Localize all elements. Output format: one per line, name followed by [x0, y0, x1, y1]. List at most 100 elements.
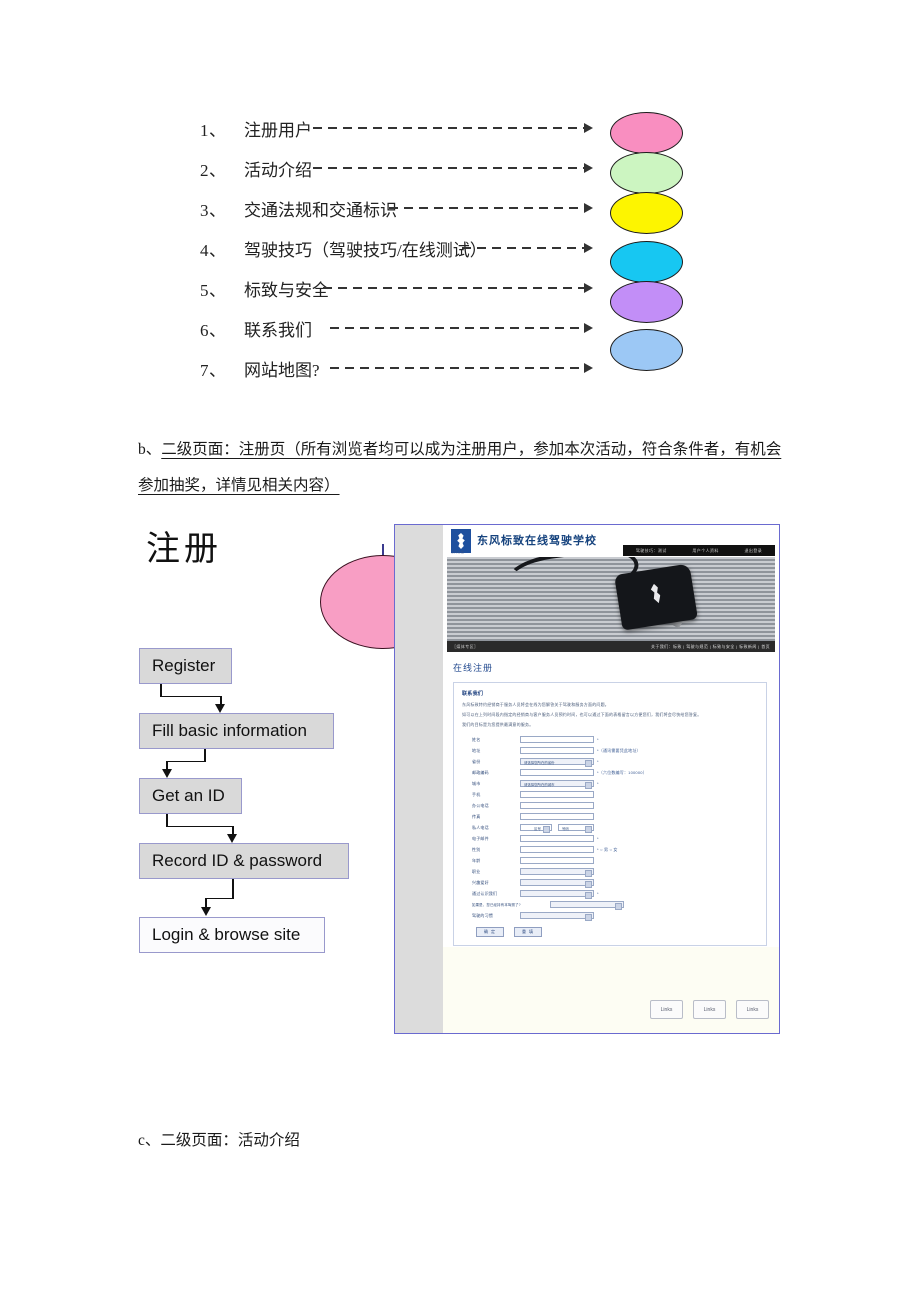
mock-select[interactable] [520, 912, 594, 921]
mock-brand-title: 东风标致在线驾驶学校 [477, 535, 597, 547]
mock-field-note: *（六位数编写：100000） [597, 769, 647, 775]
mock-form-row: 传真 [462, 812, 758, 821]
menu-item-number: 2、 [200, 160, 227, 180]
mock-select[interactable] [520, 868, 594, 877]
menu-ellipse [610, 192, 683, 234]
menu-ellipse [610, 241, 683, 283]
mock-phone-number-input[interactable]: 号码 [558, 824, 594, 833]
mock-text-input[interactable] [520, 846, 594, 853]
mock-form-row: 职业 [462, 867, 758, 877]
menu-item-number: 1、 [200, 120, 227, 140]
mock-select[interactable] [550, 901, 624, 910]
menu-item-label: 交通法规和交通标识 [244, 200, 397, 220]
flow-box: Fill basic information [139, 713, 334, 749]
menu-item-number: 7、 [200, 360, 227, 380]
mock-nav-left[interactable]: ［媒体专区］ [452, 644, 478, 650]
mock-links-button[interactable]: Links [650, 1000, 683, 1019]
mock-text-input[interactable] [520, 802, 594, 809]
mock-select[interactable] [520, 879, 594, 888]
connector-4 [200, 879, 295, 917]
paragraph-b-text: 二级页面：注册页（所有浏览者均可以成为注册用户，参加本次活动，符合条件者，有机会… [138, 441, 782, 494]
mock-submit-button[interactable]: 确 定 [476, 927, 504, 937]
mock-text-input[interactable] [520, 835, 594, 842]
connector-3 [166, 814, 256, 843]
mock-field-note: * [597, 891, 599, 896]
mock-top-links[interactable]: 驾驶技巧：测试 用户个人资料 退出登录 [623, 545, 775, 556]
mock-bottom-area: Links Links Links [443, 947, 779, 1033]
mock-form-row: 办公电话 [462, 801, 758, 810]
mock-text-input[interactable] [520, 857, 594, 864]
mock-page-title: 在线注册 [453, 663, 494, 673]
menu-item-number: 3、 [200, 200, 227, 220]
mock-area-code-input[interactable]: 区号 [520, 824, 552, 833]
mock-form-row: 通过认识我们 * [462, 889, 758, 899]
mock-text-input[interactable] [520, 736, 594, 743]
mock-field-label: 手机 [472, 791, 481, 797]
mock-links-button[interactable]: Links [736, 1000, 769, 1019]
mock-field-label: 驾驶的习惯 [472, 912, 493, 918]
mock-form-row: 邮政编码 *（六位数编写：100000） [462, 768, 758, 777]
mock-field-label: 城市 [472, 780, 481, 786]
mock-field-label: 传真 [472, 813, 481, 819]
mock-field-label: 通过认识我们 [472, 890, 498, 896]
mock-nav-right[interactable]: 关于我们：标致 | 驾驶与规范 | 标致与安全 | 标致新闻 | 首页 [651, 644, 770, 650]
menu-ellipse [610, 281, 683, 323]
mock-field-note: *（通讯需要凭此地址） [597, 747, 641, 753]
mock-select[interactable] [520, 890, 594, 899]
mock-form-row: 年龄 [462, 856, 758, 865]
flow-box: Get an ID [139, 778, 242, 814]
mock-select[interactable]: 请选择您所在的省份 [520, 758, 594, 767]
menu-ellipse [610, 152, 683, 194]
menu-item-number: 6、 [200, 320, 227, 340]
menu-item-label: 注册用户 [244, 120, 312, 140]
mock-links-button[interactable]: Links [693, 1000, 726, 1019]
mock-text-input[interactable] [520, 813, 594, 820]
mock-field-note: * [597, 737, 599, 742]
mock-field-label: 兴趣爱好 [472, 879, 489, 885]
mock-field-label: 邮政编码 [472, 769, 489, 775]
mock-field-label: 职业 [472, 868, 481, 874]
dashed-arrow [313, 167, 591, 169]
mock-form-row: 私人电话 区号 号码 [462, 823, 758, 833]
menu-ellipse [610, 112, 683, 154]
paragraph-b: b、二级页面：注册页（所有浏览者均可以成为注册用户，参加本次活动，符合条件者，有… [138, 432, 788, 504]
menu-item-label: 驾驶技巧（驾驶技巧/在线测试） [244, 240, 487, 260]
mock-top-link[interactable]: 驾驶技巧：测试 [636, 548, 667, 554]
menu-item-label: 联系我们 [244, 320, 312, 340]
mock-field-label: 性别 [472, 846, 481, 852]
dashed-arrow [330, 327, 591, 329]
mock-form-row: 兴趣爱好 [462, 878, 758, 888]
mock-field-label: 如果是，您已经持有本驾照了? [472, 903, 521, 907]
mock-text-input[interactable] [520, 769, 594, 776]
mock-text-input[interactable] [520, 747, 594, 754]
dashed-arrow [313, 127, 591, 129]
mock-top-link[interactable]: 退出登录 [745, 548, 763, 554]
menu-item-number: 5、 [200, 280, 227, 300]
mock-form-row: 驾驶的习惯 [462, 911, 758, 921]
mock-form-row: 城市 请选择您所在的城市 * [462, 779, 758, 789]
flow-box: Record ID & password [139, 843, 349, 879]
mock-text-input[interactable] [520, 791, 594, 798]
mock-field-label: 办公电话 [472, 802, 489, 808]
mock-nav-bar[interactable]: ［媒体专区］ 关于我们：标致 | 驾驶与规范 | 标致与安全 | 标致新闻 | … [447, 641, 775, 652]
mock-field-label: 省份 [472, 758, 481, 764]
peugeot-logo-sub: 东风标致 [451, 550, 465, 554]
dashed-arrow [330, 367, 591, 369]
dashed-arrow [462, 247, 591, 249]
mock-field-label: 地址 [472, 747, 481, 753]
mock-reset-button[interactable]: 重 填 [514, 927, 542, 937]
paragraph-b-prefix: b、 [138, 441, 162, 458]
mock-top-link[interactable]: 用户个人资料 [692, 548, 718, 554]
mock-panel-paragraph: 如可以在上列时间段内指定的经销商与客户服务人员预约时间，也可以通过下面的表格留言… [462, 712, 702, 717]
menu-ellipse-column [610, 112, 683, 371]
mock-page-canvas: 东风标致 东风标致在线驾驶学校 驾驶技巧：测试 用户个人资料 退出登录 ［媒体专区］… [443, 525, 779, 1033]
mock-select[interactable]: 请选择您所在的城市 [520, 780, 594, 789]
connector-2 [161, 749, 256, 778]
flow-box: Login & browse site [139, 917, 325, 953]
mock-panel-paragraph: 东风标致特约经销商于服务人员将会在线为您解答关于驾驶和服务方面的问题。 [462, 702, 609, 707]
registration-page-mockup: 东风标致 东风标致在线驾驶学校 驾驶技巧：测试 用户个人资料 退出登录 ［媒体专区］… [394, 524, 780, 1034]
menu-ellipse [610, 329, 683, 371]
menu-item-label: 标致与安全 [244, 280, 329, 300]
mock-form-row: 省份 请选择您所在的省份 * [462, 757, 758, 767]
mock-field-label: 姓名 [472, 736, 481, 742]
